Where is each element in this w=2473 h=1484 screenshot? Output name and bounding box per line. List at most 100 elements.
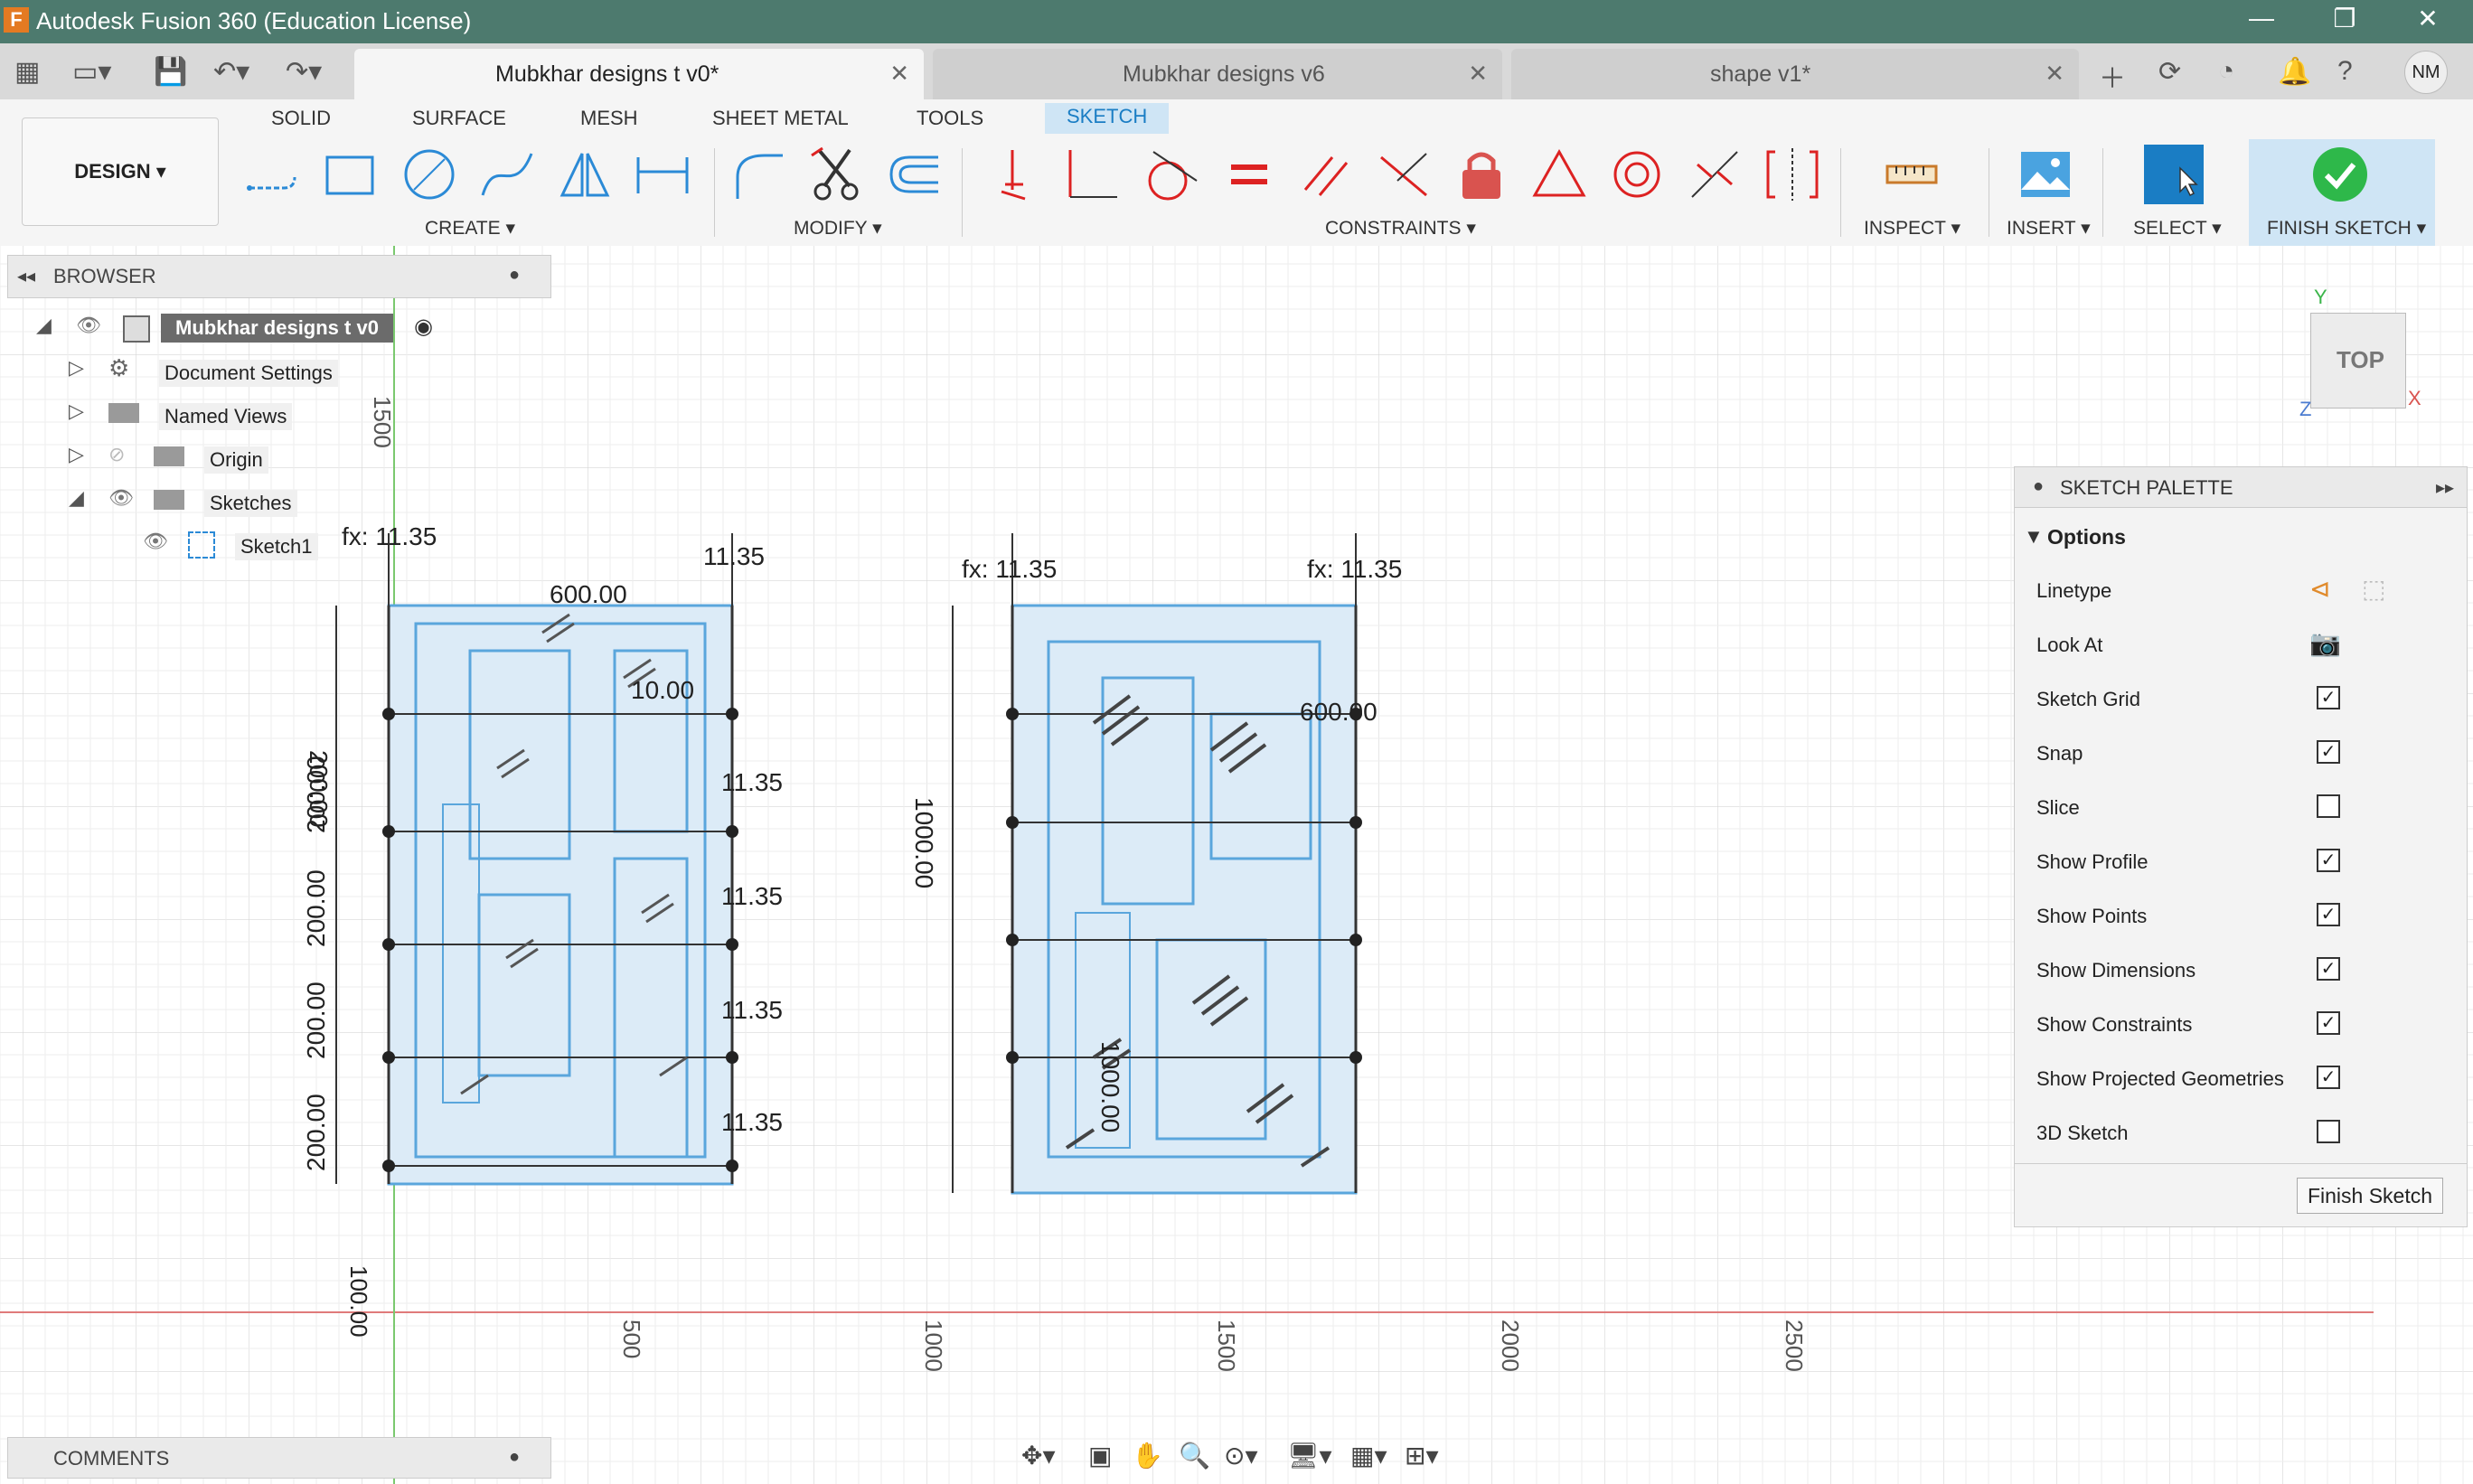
finish-sketch-menu[interactable]: FINISH SKETCH ▾ xyxy=(2267,217,2426,240)
tab-sheet-metal[interactable]: SHEET METAL xyxy=(712,107,849,130)
look-at-icon[interactable]: 📷 xyxy=(2309,628,2341,658)
select-tool-icon[interactable] xyxy=(2144,145,2204,204)
workspace-switcher-button[interactable]: DESIGN ▾ xyxy=(22,117,219,226)
activate-radio-icon[interactable]: ◉ xyxy=(414,314,433,340)
browser-item-origin[interactable]: ▷ ⊘ Origin xyxy=(69,439,448,474)
redo-icon[interactable]: ↷▾ xyxy=(286,56,322,88)
minimize-button[interactable]: — xyxy=(2234,4,2289,33)
show-projected-geometries-checkbox[interactable]: ✓ xyxy=(2317,1066,2340,1089)
expand-icon[interactable]: ◢ xyxy=(36,314,52,337)
curvature-constraint-icon[interactable] xyxy=(1763,145,1822,204)
fillet-tool-icon[interactable] xyxy=(729,145,788,204)
show-constraints-checkbox[interactable]: ✓ xyxy=(2317,1011,2340,1035)
circle-tool-icon[interactable] xyxy=(400,145,459,204)
look-at-icon[interactable]: ▣ xyxy=(1088,1441,1112,1470)
tab-mubkhar-designs-t-v0[interactable]: Mubkhar designs t v0* ✕ xyxy=(354,49,924,99)
insert-image-icon[interactable] xyxy=(2016,145,2075,204)
browser-item-named-views[interactable]: ▷ Named Views xyxy=(69,396,448,430)
tab-close-icon[interactable]: ✕ xyxy=(889,60,909,88)
panel-options-icon[interactable]: ● xyxy=(509,265,520,286)
restore-button[interactable]: ❐ xyxy=(2318,4,2372,33)
new-tab-icon[interactable]: ＋ xyxy=(2099,56,2126,96)
add-comment-icon[interactable]: ● xyxy=(509,1447,520,1468)
midpoint-constraint-icon[interactable] xyxy=(1529,145,1589,204)
notifications-icon[interactable]: 🔔 xyxy=(2278,56,2311,88)
sketch-dimension-icon[interactable] xyxy=(633,145,692,204)
orbit-icon[interactable]: ✥▾ xyxy=(1021,1441,1056,1470)
finish-sketch-button[interactable]: Finish Sketch xyxy=(2297,1178,2443,1214)
parallel-constraint-icon[interactable] xyxy=(1296,145,1356,204)
3d-sketch-checkbox[interactable] xyxy=(2317,1120,2340,1143)
concentric-constraint-icon[interactable] xyxy=(1607,145,1667,204)
fix-constraint-icon[interactable] xyxy=(1452,145,1511,204)
browser-root-item[interactable]: ◢ 👁 Mubkhar designs t v0 ◉ xyxy=(36,310,452,344)
visibility-eye-icon[interactable]: 👁 xyxy=(108,486,134,510)
browser-item-document-settings[interactable]: ▷ ⚙ Document Settings xyxy=(69,352,448,387)
palette-options-icon[interactable]: ● xyxy=(2033,476,2044,497)
browser-item-sketches[interactable]: ◢ 👁 Sketches xyxy=(69,483,448,517)
expand-icon[interactable]: ▷ xyxy=(69,399,84,423)
expand-icon[interactable]: ◢ xyxy=(69,486,84,510)
file-menu-icon[interactable]: ▭▾ xyxy=(72,56,111,88)
collapse-panel-icon[interactable]: ◂◂ xyxy=(17,265,35,287)
visibility-eye-icon[interactable]: 👁 xyxy=(76,314,101,337)
fit-zoom-icon[interactable]: ⊙▾ xyxy=(1224,1441,1258,1470)
tab-close-icon[interactable]: ✕ xyxy=(1468,60,1488,88)
show-profile-checkbox[interactable]: ✓ xyxy=(2317,849,2340,872)
select-menu[interactable]: SELECT ▾ xyxy=(2133,217,2222,240)
insert-menu[interactable]: INSERT ▾ xyxy=(2007,217,2091,240)
tab-mesh[interactable]: MESH xyxy=(580,107,638,130)
grid-settings-icon[interactable]: ▦▾ xyxy=(1350,1441,1387,1470)
tab-close-icon[interactable]: ✕ xyxy=(2045,60,2064,88)
expand-icon[interactable]: ▷ xyxy=(69,443,84,466)
expand-icon[interactable]: ▷ xyxy=(69,356,84,380)
tab-solid[interactable]: SOLID xyxy=(271,107,331,130)
mirror-tool-icon[interactable] xyxy=(555,145,615,204)
tangent-constraint-icon[interactable] xyxy=(1141,145,1200,204)
extensions-icon[interactable]: ⟳ xyxy=(2158,56,2181,88)
view-cube-face-top[interactable]: TOP xyxy=(2337,346,2384,374)
line-tool-icon[interactable] xyxy=(242,145,302,204)
spline-tool-icon[interactable] xyxy=(477,145,537,204)
rectangle-tool-icon[interactable] xyxy=(320,145,380,204)
perpendicular-constraint-icon[interactable] xyxy=(1063,145,1123,204)
sketch-grid-checkbox[interactable]: ✓ xyxy=(2317,686,2340,709)
measure-tool-icon[interactable] xyxy=(1882,145,1942,204)
symmetry-constraint-icon[interactable] xyxy=(1685,145,1744,204)
tab-tools[interactable]: TOOLS xyxy=(917,107,983,130)
centerline-linetype-icon[interactable]: ⬚ xyxy=(2362,574,2385,604)
equal-constraint-icon[interactable] xyxy=(1218,145,1278,204)
pan-icon[interactable]: ✋ xyxy=(1132,1441,1163,1470)
tab-mubkhar-designs-v6[interactable]: Mubkhar designs v6 ✕ xyxy=(933,49,1502,99)
expand-panel-icon[interactable]: ▸▸ xyxy=(2436,476,2454,499)
view-cube[interactable]: TOP xyxy=(2310,313,2406,409)
create-menu[interactable]: CREATE ▾ xyxy=(425,217,515,240)
slice-checkbox[interactable] xyxy=(2317,794,2340,818)
zoom-icon[interactable]: 🔍 xyxy=(1179,1441,1210,1470)
undo-icon[interactable]: ↶▾ xyxy=(213,56,249,88)
coincident-constraint-icon[interactable] xyxy=(985,145,1045,204)
snap-checkbox[interactable]: ✓ xyxy=(2317,740,2340,764)
show-dimensions-checkbox[interactable]: ✓ xyxy=(2317,957,2340,981)
trim-tool-icon[interactable] xyxy=(806,145,866,204)
display-settings-icon[interactable]: 🖥▾ xyxy=(1287,1441,1332,1470)
browser-item-sketch1[interactable]: 👁 Sketch1 xyxy=(136,526,461,560)
modify-menu[interactable]: MODIFY ▾ xyxy=(794,217,882,240)
save-icon[interactable]: 💾 xyxy=(154,56,187,88)
tab-sketch[interactable]: SKETCH xyxy=(1045,103,1170,134)
constraints-menu[interactable]: CONSTRAINTS ▾ xyxy=(1325,217,1476,240)
collinear-constraint-icon[interactable] xyxy=(1374,145,1434,204)
inspect-menu[interactable]: INSPECT ▾ xyxy=(1864,217,1961,240)
visibility-eye-icon[interactable]: 👁 xyxy=(143,530,168,553)
user-avatar[interactable]: NM xyxy=(2404,51,2448,94)
job-status-icon[interactable]: ◔ xyxy=(2218,56,2234,87)
app-grid-icon[interactable]: ▦ xyxy=(14,56,40,88)
finish-sketch-check-icon[interactable] xyxy=(2310,145,2370,204)
construction-linetype-icon[interactable]: ⊲ xyxy=(2309,574,2330,604)
show-points-checkbox[interactable]: ✓ xyxy=(2317,903,2340,926)
tab-surface[interactable]: SURFACE xyxy=(412,107,506,130)
viewports-icon[interactable]: ⊞▾ xyxy=(1405,1441,1439,1470)
offset-tool-icon[interactable] xyxy=(884,145,944,204)
help-icon[interactable]: ? xyxy=(2337,56,2353,87)
hidden-eye-icon[interactable]: ⊘ xyxy=(108,443,125,466)
